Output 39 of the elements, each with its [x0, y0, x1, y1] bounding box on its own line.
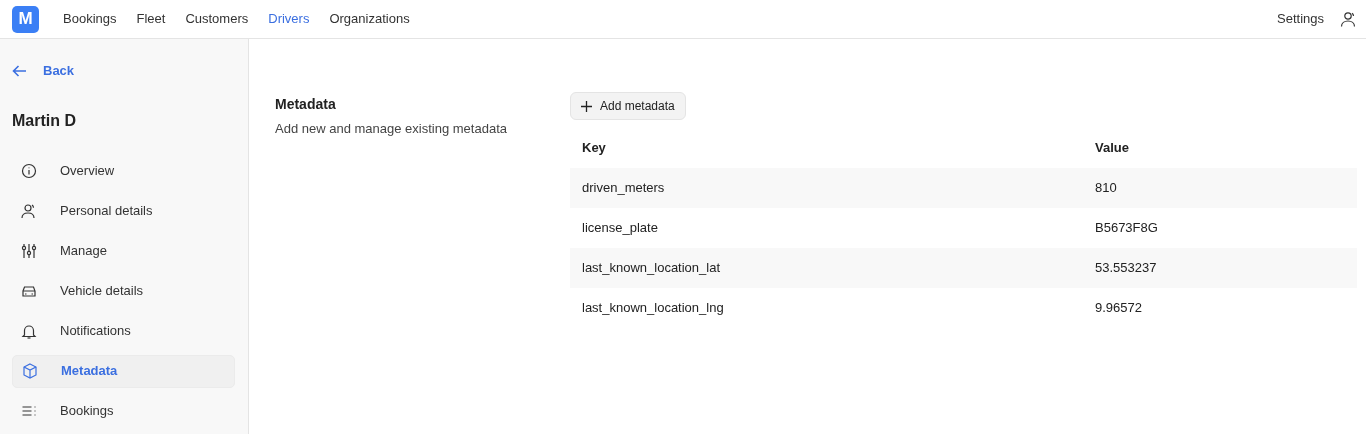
cube-icon: [22, 363, 38, 379]
add-metadata-button[interactable]: Add metadata: [570, 92, 686, 120]
table-cell: B5673F8G: [1083, 208, 1357, 248]
sidebar-item[interactable]: Metadata: [12, 354, 235, 388]
user-icon: [21, 203, 37, 219]
sidebar-item[interactable]: Manage: [12, 234, 235, 268]
driver-name: Martin D: [12, 110, 77, 131]
table-cell: 810: [1083, 168, 1357, 208]
settings-link[interactable]: Settings: [1277, 9, 1324, 29]
plus-icon: [581, 100, 592, 112]
sidebar-item[interactable]: Notifications: [12, 314, 235, 348]
section-title: Metadata: [275, 95, 337, 114]
info-icon: [21, 163, 37, 179]
table-cell: driven_meters: [570, 168, 1083, 208]
list-icon: [21, 403, 37, 419]
logo[interactable]: M: [12, 5, 39, 33]
user-icon[interactable]: [1340, 11, 1356, 27]
table-cell: 9.96572: [1083, 288, 1357, 328]
bell-icon: [21, 323, 37, 339]
section-description: Add new and manage existing metadata: [275, 120, 508, 138]
sidebar-item[interactable]: Vehicle details: [12, 274, 235, 308]
sidebar-item[interactable]: Personal details: [12, 194, 235, 228]
table-cell: last_known_location_lat: [570, 248, 1083, 288]
table-cell: license_plate: [570, 208, 1083, 248]
nav-link[interactable]: Drivers: [268, 9, 310, 29]
table-cell: 53.553237: [1083, 248, 1357, 288]
car-icon: [21, 283, 37, 299]
nav-link[interactable]: Bookings: [63, 9, 117, 29]
sliders-icon: [21, 243, 37, 259]
column-header: Key: [570, 128, 1083, 168]
nav-link[interactable]: Fleet: [136, 9, 166, 29]
back-link[interactable]: Back: [43, 61, 75, 81]
nav-link[interactable]: Organizations: [329, 9, 410, 29]
nav-link[interactable]: Customers: [185, 9, 249, 29]
table-cell: last_known_location_lng: [570, 288, 1083, 328]
sidebar-item[interactable]: Overview: [12, 154, 235, 188]
arrow-left-icon[interactable]: [12, 64, 27, 77]
column-header: Value: [1083, 128, 1357, 168]
sidebar-item[interactable]: Bookings: [12, 394, 235, 428]
